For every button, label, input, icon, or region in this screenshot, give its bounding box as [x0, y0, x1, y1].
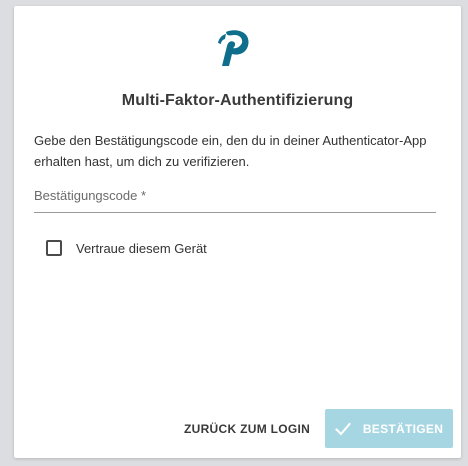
verification-code-field[interactable]: Bestätigungscode * — [34, 184, 440, 214]
trust-device-checkbox[interactable] — [46, 240, 62, 256]
confirm-button[interactable]: BESTÄTIGEN — [325, 409, 453, 448]
instructions-text: Gebe den Bestätigungscode ein, den du in… — [34, 133, 427, 169]
trust-device-label: Vertraue diesem Gerät — [76, 240, 207, 256]
check-icon — [334, 422, 351, 435]
confirm-button-label: BESTÄTIGEN — [362, 421, 444, 436]
mfa-dialog: Multi-Faktor-Authentifizierung Gebe den … — [14, 6, 461, 458]
p-logo-icon — [218, 30, 249, 66]
verification-code-input[interactable] — [34, 184, 440, 214]
page-title: Multi-Faktor-Authentifizierung — [121, 92, 354, 109]
back-to-login-button[interactable]: ZURÜCK ZUM LOGIN — [178, 414, 316, 444]
trust-device-option[interactable]: Vertraue diesem Gerät — [46, 239, 207, 257]
